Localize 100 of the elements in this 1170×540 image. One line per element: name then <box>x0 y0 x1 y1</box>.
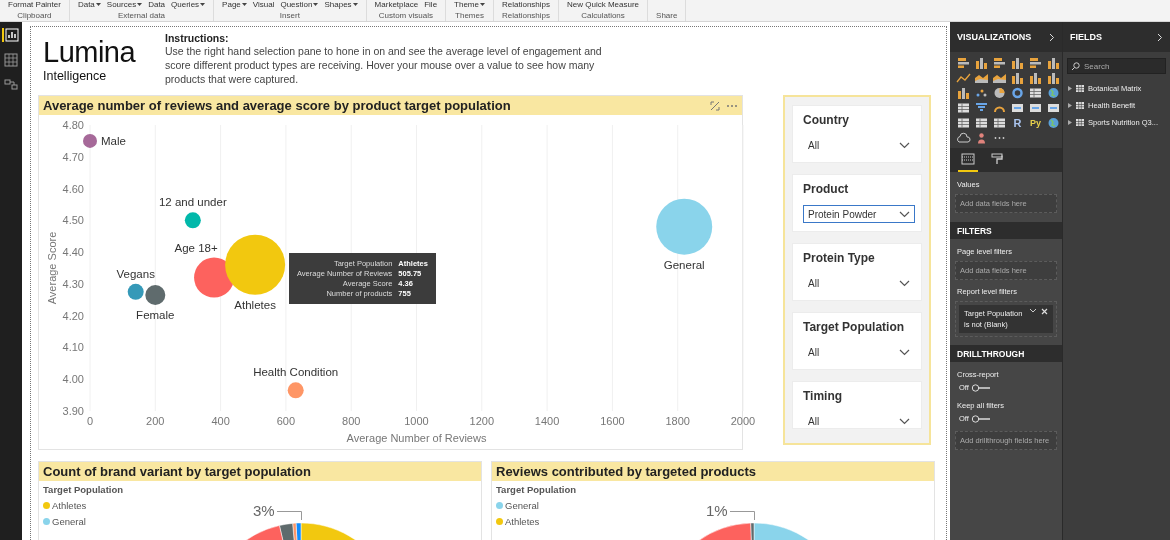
close-icon[interactable] <box>1041 308 1048 315</box>
donut-chart-icon[interactable] <box>1010 87 1025 99</box>
globe-icon[interactable] <box>1046 117 1061 129</box>
caret-icon <box>241 3 247 7</box>
y-tick-label: 4.50 <box>62 214 84 227</box>
table-icon[interactable] <box>1028 87 1043 99</box>
focus-mode-icon[interactable] <box>710 100 720 111</box>
bar-chart-icon[interactable] <box>956 57 971 69</box>
card-icon[interactable] <box>1010 102 1025 114</box>
toggle-switch[interactable] <box>970 383 991 392</box>
card-icon[interactable] <box>1028 102 1043 114</box>
bubble-label: Vegans <box>116 267 155 280</box>
y-tick-label: 4.40 <box>62 246 84 259</box>
table-icon <box>1076 119 1084 126</box>
data-view-icon[interactable] <box>3 53 19 67</box>
pie-chart-icon[interactable] <box>992 87 1007 99</box>
scatter-chart-icon[interactable] <box>974 87 989 99</box>
bubble[interactable] <box>145 285 166 305</box>
slicer-dropdown[interactable]: All <box>803 412 915 430</box>
fields-tab[interactable] <box>958 151 978 172</box>
bubble[interactable] <box>225 234 286 295</box>
ribbon-button[interactable]: Question <box>280 0 319 10</box>
cloud-icon[interactable] <box>956 132 971 144</box>
section-header: FILTERS <box>950 222 1062 239</box>
bubble-label: Male <box>101 134 126 147</box>
slicer-dropdown[interactable]: Protein Powder <box>803 205 915 223</box>
expand-arrow-icon <box>1068 103 1072 108</box>
slicer-dropdown[interactable]: All <box>803 343 915 361</box>
chevron-right-icon[interactable] <box>1157 32 1163 42</box>
x-tick-label: 400 <box>211 415 230 427</box>
area-chart-icon[interactable] <box>974 72 989 84</box>
instructions-title: Instructions: <box>165 32 230 44</box>
caret-icon <box>480 3 485 7</box>
bubble[interactable] <box>194 257 235 298</box>
column-chart-icon[interactable] <box>1010 57 1025 69</box>
bubble[interactable] <box>83 133 97 148</box>
chevron-down-icon[interactable] <box>899 417 910 425</box>
leader-line <box>277 511 303 520</box>
ribbon-button[interactable]: Relationships <box>502 0 550 10</box>
search-field[interactable]: Search <box>1067 58 1166 74</box>
ribbon-button[interactable]: Data <box>77 0 101 10</box>
x-tick-label: 600 <box>276 415 296 427</box>
bubble-label: Female <box>136 309 175 321</box>
column-chart-icon[interactable] <box>956 87 971 99</box>
bubble[interactable] <box>127 283 144 300</box>
caret-icon <box>352 3 358 7</box>
model-view-icon[interactable] <box>3 78 19 92</box>
column-chart-icon[interactable] <box>1046 57 1061 69</box>
chevron-down-icon[interactable] <box>899 141 910 149</box>
y-tick-label: 4.30 <box>62 277 84 290</box>
card-icon[interactable] <box>1046 102 1061 114</box>
y-tick-label: 3.90 <box>62 405 84 417</box>
ribbon-button[interactable]: Page <box>222 0 247 10</box>
chevron-down-icon[interactable] <box>899 210 910 218</box>
ribbon-button[interactable]: Theme <box>454 0 485 10</box>
ribbon-button[interactable]: Data <box>148 0 166 10</box>
caret-icon <box>137 3 143 7</box>
column-chart-icon[interactable] <box>1046 72 1061 84</box>
toggle-switch[interactable] <box>970 414 991 423</box>
y-tick-label: 4.70 <box>62 150 84 163</box>
search-icon <box>1071 62 1080 71</box>
column-chart-icon[interactable] <box>1010 72 1025 84</box>
table-icon[interactable] <box>992 117 1007 129</box>
globe-icon[interactable] <box>1046 87 1061 99</box>
pane-title: FIELDS <box>1070 32 1102 42</box>
ribbon-button[interactable]: New Quick Measure <box>567 0 640 10</box>
chevron-down-icon[interactable] <box>899 279 910 287</box>
slicer-dropdown[interactable]: All <box>803 136 915 154</box>
ribbon-button[interactable]: Format Painter <box>8 0 61 10</box>
area-chart-icon[interactable] <box>992 72 1007 84</box>
line-chart-icon[interactable] <box>956 72 971 84</box>
caret-icon <box>95 3 101 7</box>
ribbon-button[interactable]: File <box>424 0 438 10</box>
slicer-title: Country <box>803 113 850 127</box>
bar-chart-icon[interactable] <box>1028 57 1043 69</box>
ribbon-button[interactable]: Sources <box>106 0 143 10</box>
x-tick-label: 2000 <box>730 415 756 427</box>
x-tick-label: 1600 <box>600 415 625 427</box>
ribbon-button[interactable]: Marketplace <box>374 0 419 10</box>
script-visual-icon[interactable]: Py <box>1028 117 1043 129</box>
table-icon[interactable] <box>974 117 989 129</box>
script-visual-icon[interactable]: R <box>1010 117 1025 129</box>
column-chart-icon[interactable] <box>974 57 989 69</box>
y-tick-label: 4.20 <box>62 309 84 322</box>
chart-title: Count of brand variant by target population <box>43 464 311 479</box>
caret-icon <box>200 3 206 7</box>
ribbon-button[interactable]: Visual <box>252 0 275 10</box>
funnel-icon[interactable] <box>974 102 989 114</box>
table-icon[interactable] <box>956 117 971 129</box>
table-icon[interactable] <box>956 102 971 114</box>
bar-chart-icon[interactable] <box>992 57 1007 69</box>
ribbon-button[interactable]: Queries <box>171 0 206 10</box>
chevron-down-icon[interactable] <box>899 348 910 356</box>
logo-subtitle: Intelligence <box>43 69 108 83</box>
column-chart-icon[interactable] <box>1028 72 1043 84</box>
report-view-icon[interactable] <box>2 28 20 42</box>
ribbon-button[interactable]: Shapes <box>324 0 358 10</box>
paint-roller-icon <box>991 153 1003 165</box>
slicer-dropdown[interactable]: All <box>803 274 915 292</box>
chevron-right-icon[interactable] <box>1049 32 1055 42</box>
